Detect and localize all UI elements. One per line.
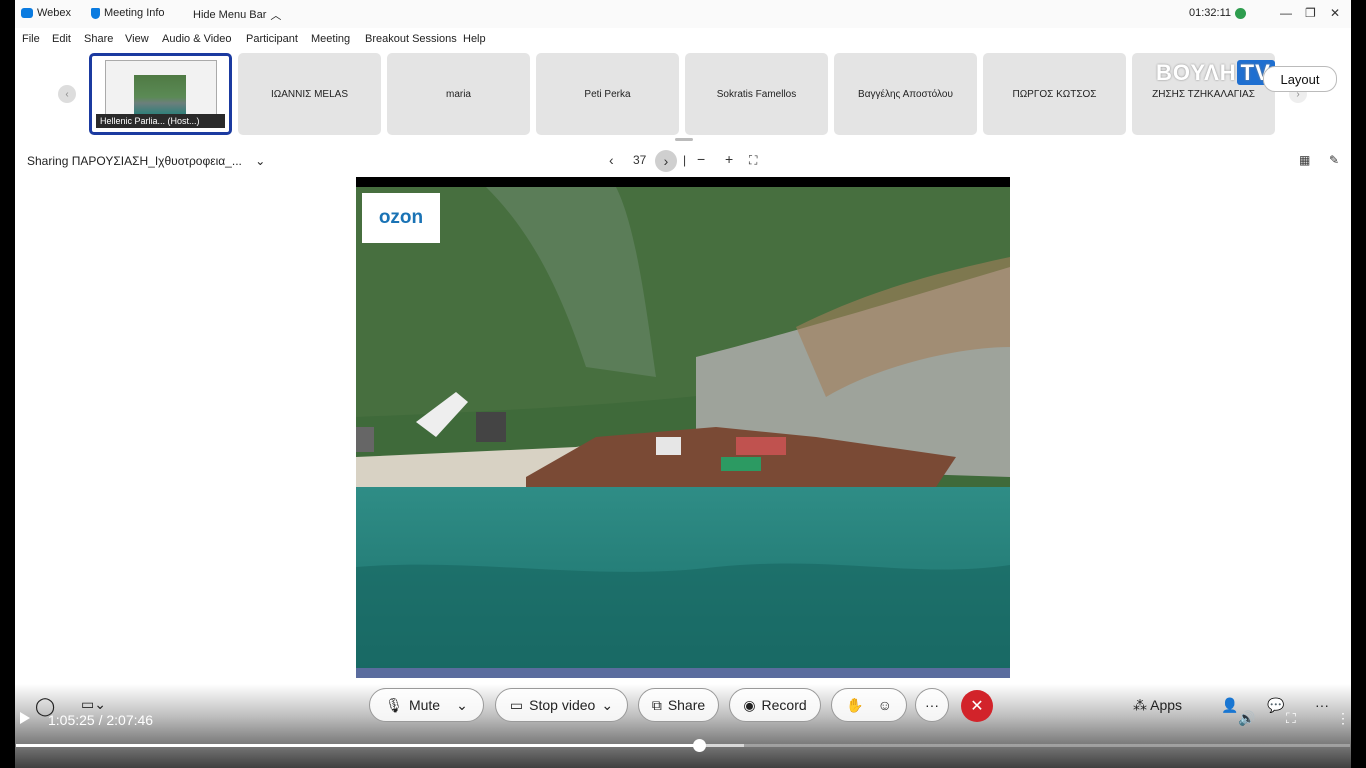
- sharing-title[interactable]: Sharing ΠΑΡΟΥΣΙΑΣΗ_Ιχθυοτροφεια_... ⌄: [27, 154, 265, 168]
- shared-screen-thumbnail: [105, 60, 217, 122]
- chevron-down-icon: ⌄: [456, 696, 468, 713]
- webex-logo-icon: [21, 8, 33, 18]
- page-number: 37: [633, 153, 647, 167]
- participant-tile[interactable]: Sokratis Famellos: [685, 53, 828, 135]
- menu-view[interactable]: View: [125, 33, 149, 45]
- strip-prev-icon[interactable]: ‹: [58, 85, 76, 103]
- stop-video-button[interactable]: ▭ Stop video ⌄: [495, 688, 628, 722]
- apps-button[interactable]: ⁂ Apps: [1133, 697, 1182, 714]
- meeting-info-button[interactable]: Meeting Info: [91, 7, 165, 19]
- progress-fill: [16, 744, 699, 747]
- strip-resize-handle[interactable]: [675, 138, 693, 141]
- title-bar: Webex Meeting Info Hide Menu Bar ︿ 01:32…: [15, 0, 1351, 28]
- ozon-logo: ozon: [362, 193, 440, 243]
- previous-page-icon[interactable]: ‹: [609, 152, 614, 168]
- menu-share[interactable]: Share: [84, 33, 113, 45]
- raise-hand-reactions-button[interactable]: ✋ ☺: [831, 688, 907, 722]
- record-icon: ◉: [743, 696, 756, 713]
- participant-tile[interactable]: Βαγγέλης Αποστόλου: [834, 53, 977, 135]
- slide-footer-bar: [356, 668, 1010, 678]
- shared-slide: ozon: [356, 177, 1010, 678]
- hide-menu-bar-button[interactable]: Hide Menu Bar ︿: [193, 7, 281, 23]
- captions-icon[interactable]: ▭⌄: [81, 696, 106, 713]
- end-meeting-button[interactable]: ✕: [961, 690, 993, 722]
- app-name[interactable]: Webex: [21, 7, 71, 19]
- hand-icon: ✋: [846, 696, 864, 713]
- more-icon[interactable]: ···: [1315, 697, 1329, 713]
- apps-icon: ⁂: [1133, 697, 1147, 713]
- meeting-clock: 01:32:11: [1189, 7, 1247, 19]
- chat-icon[interactable]: 💬: [1267, 697, 1284, 714]
- participant-tile[interactable]: ΙΩΑΝΝΙΣ MELAS: [238, 53, 381, 135]
- restore-icon[interactable]: ❐: [1305, 6, 1316, 20]
- menu-file[interactable]: File: [22, 33, 40, 45]
- menu-audio-video[interactable]: Audio & Video: [162, 33, 232, 45]
- host-name-label: Hellenic Parlia... (Host...): [96, 114, 225, 128]
- pager-divider: |: [683, 153, 687, 167]
- menu-meeting[interactable]: Meeting: [311, 33, 350, 45]
- volume-icon[interactable]: 🔊: [1238, 710, 1255, 727]
- slide-photo: [356, 187, 1010, 668]
- menu-edit[interactable]: Edit: [52, 33, 71, 45]
- progress-handle[interactable]: [693, 739, 706, 752]
- participant-tile[interactable]: maria: [387, 53, 530, 135]
- menu-bar: File Edit Share View Audio & Video Parti…: [15, 30, 1351, 50]
- participant-tile[interactable]: ΠΩΡΓΟΣ ΚΩΤΣΟΣ: [983, 53, 1126, 135]
- meeting-controls: ◯ ▭⌄ 🎙 Mute ⌄ ▭ Stop video ⌄ ⧉ Share ◉ R…: [15, 684, 1351, 768]
- chevron-down-icon: ⌄: [255, 154, 266, 168]
- more-options-icon[interactable]: ⋮: [1336, 710, 1350, 727]
- chevron-down-icon: ⌄: [601, 696, 614, 713]
- participant-tile-host[interactable]: Hellenic Parlia... (Host...): [89, 53, 232, 135]
- share-button[interactable]: ⧉ Share: [638, 688, 719, 722]
- close-icon[interactable]: ✕: [1330, 6, 1340, 20]
- share-screen-icon: ⧉: [651, 696, 662, 713]
- participant-tile[interactable]: Peti Perka: [536, 53, 679, 135]
- channel-watermark: ΒΟΥΛΗ TV: [1156, 60, 1275, 86]
- participants-icon[interactable]: 👤: [1221, 697, 1238, 714]
- zoom-in-icon[interactable]: +: [725, 151, 733, 167]
- emoji-icon: ☺: [877, 697, 892, 713]
- thumbnail-image: [134, 75, 186, 115]
- menu-help[interactable]: Help: [463, 33, 486, 45]
- exit-fullscreen-icon[interactable]: ⛶: [1286, 710, 1296, 727]
- layout-button[interactable]: Layout: [1263, 66, 1337, 92]
- connection-status-icon: [1235, 7, 1247, 19]
- next-page-icon[interactable]: ›: [655, 150, 677, 172]
- grid-view-icon[interactable]: ▦: [1299, 153, 1310, 167]
- menu-breakout-sessions[interactable]: Breakout Sessions: [365, 33, 457, 45]
- webex-window: Webex Meeting Info Hide Menu Bar ︿ 01:32…: [15, 0, 1351, 768]
- share-toolbar: Sharing ΠΑΡΟΥΣΙΑΣΗ_Ιχθυοτροφεια_... ⌄ ‹ …: [15, 150, 1351, 172]
- play-icon[interactable]: [20, 712, 30, 724]
- more-options-button[interactable]: ···: [915, 688, 949, 722]
- annotate-icon[interactable]: ✎: [1329, 153, 1339, 167]
- video-camera-icon: ▭: [509, 696, 524, 713]
- shield-icon: [91, 7, 100, 19]
- progress-bar[interactable]: [16, 739, 1350, 752]
- record-button[interactable]: ◉ Record: [729, 688, 821, 722]
- microphone-icon: 🎙: [385, 696, 403, 713]
- close-icon: ✕: [970, 698, 984, 715]
- chevron-up-icon: ︿: [270, 10, 282, 22]
- menu-participant[interactable]: Participant: [246, 33, 298, 45]
- participant-strip: ‹ Hellenic Parlia... (Host...) ΙΩΑΝΝΙΣ M…: [15, 52, 1351, 141]
- playback-time: 1:05:25 / 2:07:46: [48, 712, 154, 728]
- fit-to-window-icon[interactable]: ⛶: [749, 153, 757, 168]
- minimize-icon[interactable]: —: [1280, 6, 1292, 20]
- mute-button[interactable]: 🎙 Mute ⌄: [369, 688, 484, 722]
- zoom-out-icon[interactable]: −: [697, 151, 705, 167]
